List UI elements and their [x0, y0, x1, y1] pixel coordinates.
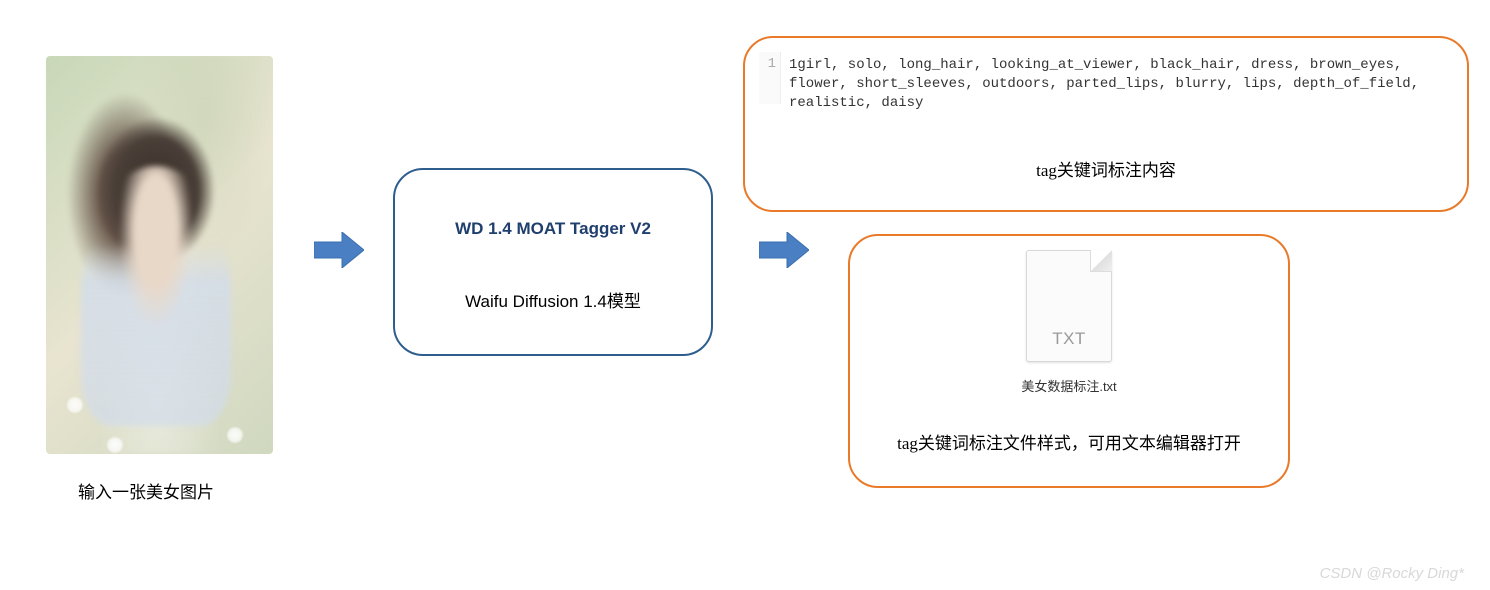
- input-image: [46, 56, 273, 454]
- file-name: 美女数据标注.txt: [1021, 376, 1116, 395]
- arrow-right-icon: [314, 232, 364, 268]
- daisy-icon: [66, 396, 84, 414]
- model-subtitle: Waifu Diffusion 1.4模型: [465, 287, 641, 312]
- watermark: CSDN @Rocky Ding*: [1320, 565, 1464, 582]
- arrow-right-icon: [759, 232, 809, 268]
- file-ext-label: TXT: [1027, 329, 1111, 349]
- model-title: WD 1.4 MOAT Tagger V2: [455, 219, 651, 239]
- daisy-icon: [226, 426, 244, 444]
- tag-caption: tag关键词标注内容: [745, 156, 1467, 181]
- input-caption: 输入一张美女图片: [78, 478, 214, 503]
- tag-output-box: 1 1girl, solo, long_hair, looking_at_vie…: [743, 36, 1469, 212]
- file-output-box: TXT 美女数据标注.txt tag关键词标注文件样式，可用文本编辑器打开: [848, 234, 1290, 488]
- image-figure: [81, 166, 231, 426]
- model-box: WD 1.4 MOAT Tagger V2 Waifu Diffusion 1.…: [393, 168, 713, 356]
- file-caption: tag关键词标注文件样式，可用文本编辑器打开: [897, 429, 1241, 454]
- txt-file-icon: TXT: [1026, 250, 1112, 362]
- file-corner-fold: [1090, 250, 1112, 272]
- tag-code-block: 1 1girl, solo, long_hair, looking_at_vie…: [759, 52, 1453, 104]
- line-number: 1: [759, 52, 781, 104]
- daisy-icon: [106, 436, 124, 454]
- tag-text: 1girl, solo, long_hair, looking_at_viewe…: [781, 52, 1453, 104]
